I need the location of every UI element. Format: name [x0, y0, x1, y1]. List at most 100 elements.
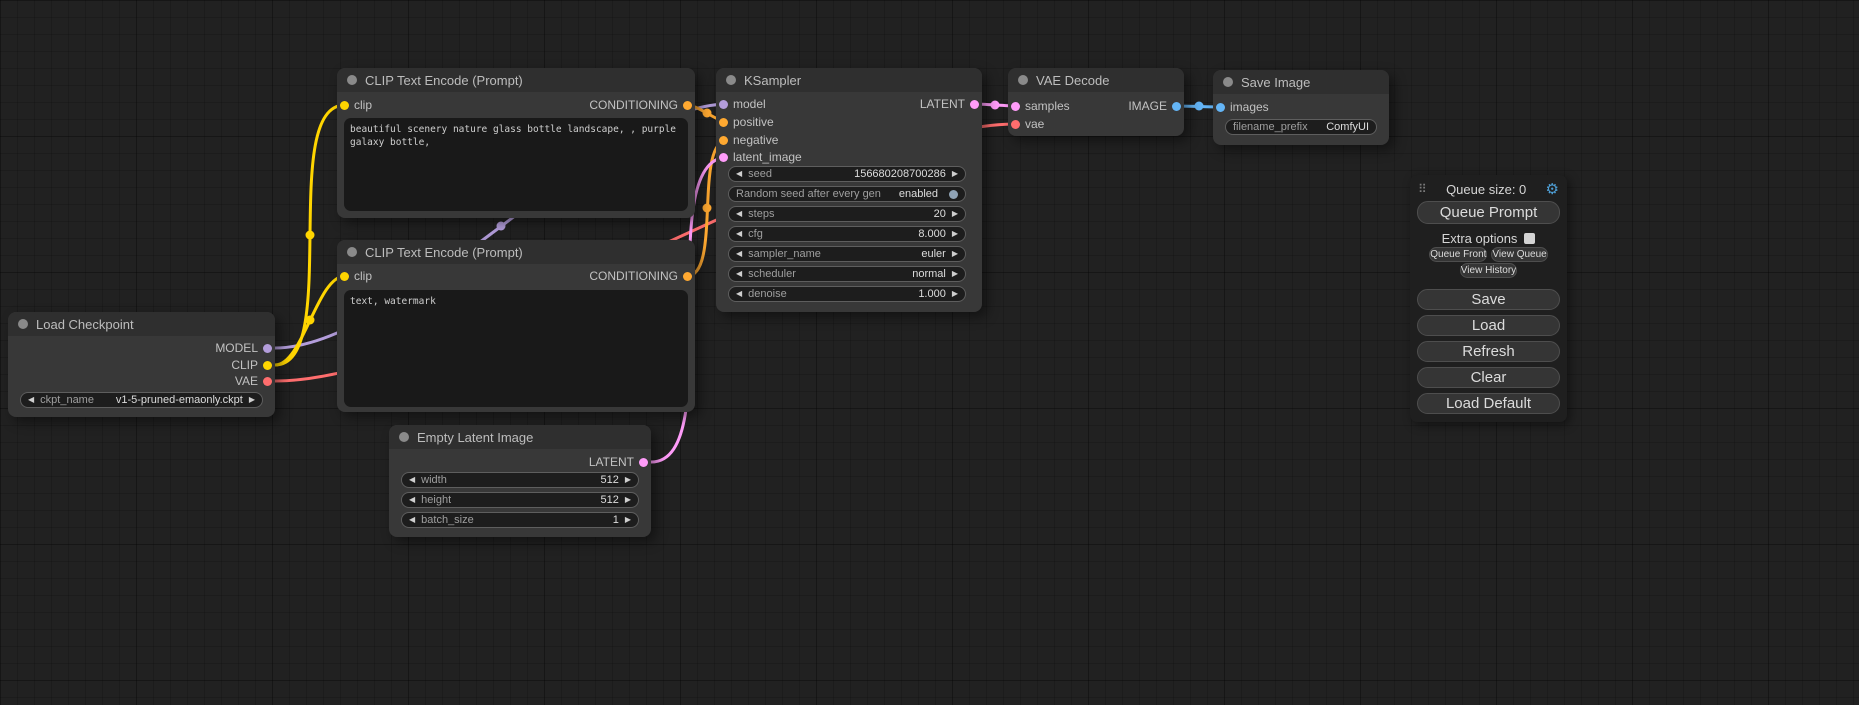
filename-prefix-text-widget[interactable]: filename_prefix ComfyUI [1225, 119, 1377, 135]
refresh-button[interactable]: Refresh [1417, 341, 1560, 362]
random-seed-toggle-widget[interactable]: Random seed after every gen enabled [728, 186, 966, 202]
decrement-arrow-icon[interactable]: ◀ [409, 516, 415, 524]
output-dot-vae[interactable] [263, 377, 272, 386]
drag-handle-icon[interactable]: ⠿ [1418, 182, 1427, 196]
output-dot-clip[interactable] [263, 361, 272, 370]
output-dot-latent[interactable] [639, 458, 648, 467]
node-title-bar[interactable]: Save Image [1213, 70, 1389, 94]
node-save-image[interactable]: Save Image images filename_prefix ComfyU… [1213, 70, 1389, 145]
input-dot-vae[interactable] [1011, 120, 1020, 129]
view-queue-button[interactable]: View Queue [1491, 247, 1547, 262]
input-dot-latent-image[interactable] [719, 153, 728, 162]
collapse-dot-icon[interactable] [18, 319, 28, 329]
decrement-arrow-icon[interactable]: ◀ [409, 496, 415, 504]
slot-label: latent_image [733, 150, 802, 164]
node-title: VAE Decode [1036, 73, 1109, 88]
batch-size-number-widget[interactable]: ◀ batch_size 1 ▶ [401, 512, 639, 528]
increment-arrow-icon[interactable]: ▶ [952, 170, 958, 178]
increment-arrow-icon[interactable]: ▶ [952, 290, 958, 298]
output-slot-latent: LATENT [716, 96, 982, 112]
node-title-bar[interactable]: CLIP Text Encode (Prompt) [337, 240, 695, 264]
input-dot-images[interactable] [1216, 103, 1225, 112]
widget-name: height [421, 494, 451, 506]
load-button[interactable]: Load [1417, 315, 1560, 336]
node-load-checkpoint[interactable]: Load Checkpoint MODEL CLIP VAE ◀ ckpt_na… [8, 312, 275, 417]
node-clip-text-encode-negative[interactable]: CLIP Text Encode (Prompt) clip CONDITION… [337, 240, 695, 412]
load-default-button[interactable]: Load Default [1417, 393, 1560, 414]
node-ksampler[interactable]: KSampler model positive negative latent_… [716, 68, 982, 312]
node-title-bar[interactable]: CLIP Text Encode (Prompt) [337, 68, 695, 92]
input-dot-negative[interactable] [719, 136, 728, 145]
node-graph-canvas[interactable]: Load Checkpoint MODEL CLIP VAE ◀ ckpt_na… [0, 0, 1859, 705]
output-slot-latent: LATENT [389, 454, 651, 470]
decrement-arrow-icon[interactable]: ◀ [736, 210, 742, 218]
queue-menu-panel: ⠿ Queue size: 0 ⚙ Queue Prompt Extra opt… [1410, 175, 1567, 422]
increment-arrow-icon[interactable]: ▶ [952, 210, 958, 218]
node-title: Save Image [1241, 75, 1310, 90]
cfg-number-widget[interactable]: ◀ cfg 8.000 ▶ [728, 226, 966, 242]
decrement-arrow-icon[interactable]: ◀ [736, 250, 742, 258]
collapse-dot-icon[interactable] [347, 247, 357, 257]
widget-name: denoise [748, 288, 787, 300]
height-number-widget[interactable]: ◀ height 512 ▶ [401, 492, 639, 508]
slot-label: vae [1025, 117, 1044, 131]
width-number-widget[interactable]: ◀ width 512 ▶ [401, 472, 639, 488]
increment-arrow-icon[interactable]: ▶ [249, 396, 255, 404]
extra-options-checkbox[interactable] [1524, 233, 1535, 244]
widget-value: 512 [600, 494, 618, 506]
save-button[interactable]: Save [1417, 289, 1560, 310]
node-title: Load Checkpoint [36, 317, 134, 332]
output-dot-model[interactable] [263, 344, 272, 353]
increment-arrow-icon[interactable]: ▶ [625, 516, 631, 524]
node-clip-text-encode-positive[interactable]: CLIP Text Encode (Prompt) clip CONDITION… [337, 68, 695, 218]
output-dot-conditioning[interactable] [683, 272, 692, 281]
increment-arrow-icon[interactable]: ▶ [952, 270, 958, 278]
decrement-arrow-icon[interactable]: ◀ [28, 396, 34, 404]
decrement-arrow-icon[interactable]: ◀ [736, 290, 742, 298]
queue-prompt-button[interactable]: Queue Prompt [1417, 201, 1560, 224]
ckpt-name-combo-widget[interactable]: ◀ ckpt_name v1-5-pruned-emaonly.ckpt ▶ [20, 392, 263, 408]
widget-value: 8.000 [918, 228, 946, 240]
scheduler-combo-widget[interactable]: ◀ scheduler normal ▶ [728, 266, 966, 282]
seed-number-widget[interactable]: ◀ seed 156680208700286 ▶ [728, 166, 966, 182]
node-title: Empty Latent Image [417, 430, 533, 445]
negative-prompt-textarea[interactable]: text, watermark [344, 290, 688, 407]
widget-value: enabled [899, 188, 938, 200]
view-history-button[interactable]: View History [1460, 263, 1517, 278]
output-dot-conditioning[interactable] [683, 101, 692, 110]
node-title-bar[interactable]: KSampler [716, 68, 982, 92]
node-title-bar[interactable]: Load Checkpoint [8, 312, 275, 336]
output-slot-image: IMAGE [1008, 98, 1184, 114]
collapse-dot-icon[interactable] [1018, 75, 1028, 85]
increment-arrow-icon[interactable]: ▶ [952, 250, 958, 258]
collapse-dot-icon[interactable] [1223, 77, 1233, 87]
output-dot-image[interactable] [1172, 102, 1181, 111]
clear-button[interactable]: Clear [1417, 367, 1560, 388]
queue-front-button[interactable]: Queue Front [1429, 247, 1487, 262]
widget-name: steps [748, 208, 774, 220]
node-empty-latent-image[interactable]: Empty Latent Image LATENT ◀ width 512 ▶ … [389, 425, 651, 537]
toggle-knob-icon[interactable] [949, 190, 958, 199]
node-title-bar[interactable]: Empty Latent Image [389, 425, 651, 449]
node-vae-decode[interactable]: VAE Decode samples vae IMAGE [1008, 68, 1184, 136]
decrement-arrow-icon[interactable]: ◀ [409, 476, 415, 484]
increment-arrow-icon[interactable]: ▶ [625, 496, 631, 504]
steps-number-widget[interactable]: ◀ steps 20 ▶ [728, 206, 966, 222]
denoise-number-widget[interactable]: ◀ denoise 1.000 ▶ [728, 286, 966, 302]
slot-label: IMAGE [1128, 99, 1167, 113]
node-title-bar[interactable]: VAE Decode [1008, 68, 1184, 92]
settings-gear-icon[interactable]: ⚙ [1546, 180, 1559, 198]
sampler-name-combo-widget[interactable]: ◀ sampler_name euler ▶ [728, 246, 966, 262]
decrement-arrow-icon[interactable]: ◀ [736, 230, 742, 238]
output-dot-latent[interactable] [970, 100, 979, 109]
collapse-dot-icon[interactable] [726, 75, 736, 85]
positive-prompt-textarea[interactable]: beautiful scenery nature glass bottle la… [344, 118, 688, 211]
increment-arrow-icon[interactable]: ▶ [625, 476, 631, 484]
output-slot-conditioning: CONDITIONING [337, 268, 695, 284]
increment-arrow-icon[interactable]: ▶ [952, 230, 958, 238]
decrement-arrow-icon[interactable]: ◀ [736, 170, 742, 178]
decrement-arrow-icon[interactable]: ◀ [736, 270, 742, 278]
input-dot-positive[interactable] [719, 118, 728, 127]
collapse-dot-icon[interactable] [347, 75, 357, 85]
collapse-dot-icon[interactable] [399, 432, 409, 442]
